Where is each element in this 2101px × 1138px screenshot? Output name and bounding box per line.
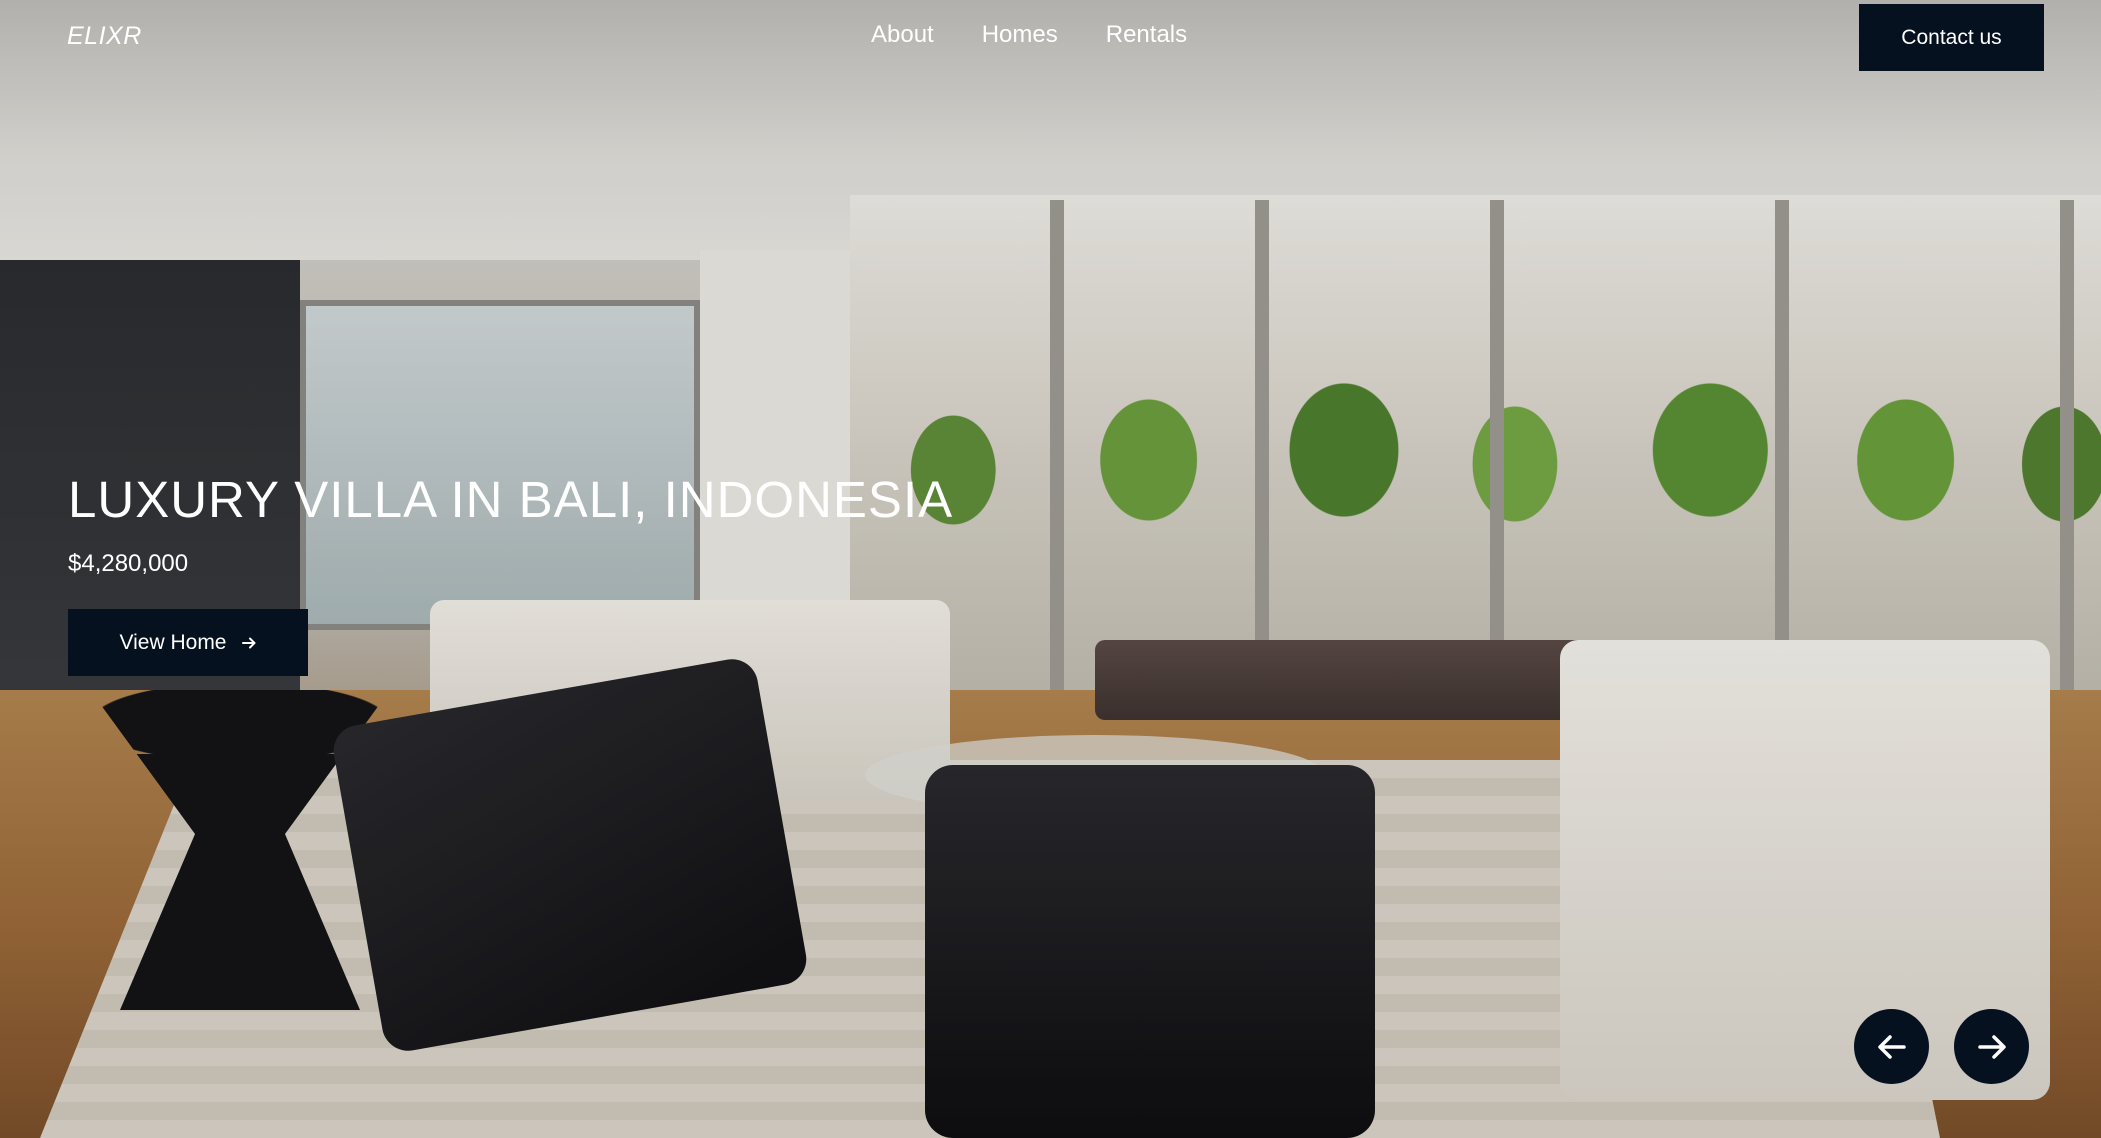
view-home-button[interactable]: View Home xyxy=(68,609,308,676)
hero-price: $4,280,000 xyxy=(68,550,189,577)
arrow-left-icon xyxy=(1877,1034,1906,1059)
contact-us-button[interactable]: Contact us xyxy=(1859,4,2044,71)
nav-links: About Homes Rentals xyxy=(871,21,1187,49)
hero-title: LUXURY VILLA IN BALI, INDONESIA xyxy=(68,471,954,528)
navbar: ELIXR About Homes Rentals Contact us xyxy=(0,0,2101,76)
nav-link-rentals[interactable]: Rentals xyxy=(1106,21,1187,49)
previous-slide-button[interactable] xyxy=(1854,1009,1929,1084)
view-home-label: View Home xyxy=(119,630,227,654)
arrow-right-icon xyxy=(1977,1034,2006,1059)
hero-section: ELIXR About Homes Rentals Contact us LUX… xyxy=(0,0,2101,1138)
nav-link-about[interactable]: About xyxy=(871,21,934,49)
nav-link-homes[interactable]: Homes xyxy=(982,21,1058,49)
logo[interactable]: ELIXR xyxy=(67,22,142,51)
arrow-right-icon xyxy=(241,637,255,648)
image-overlay xyxy=(0,0,2101,1138)
next-slide-button[interactable] xyxy=(1954,1009,2029,1084)
